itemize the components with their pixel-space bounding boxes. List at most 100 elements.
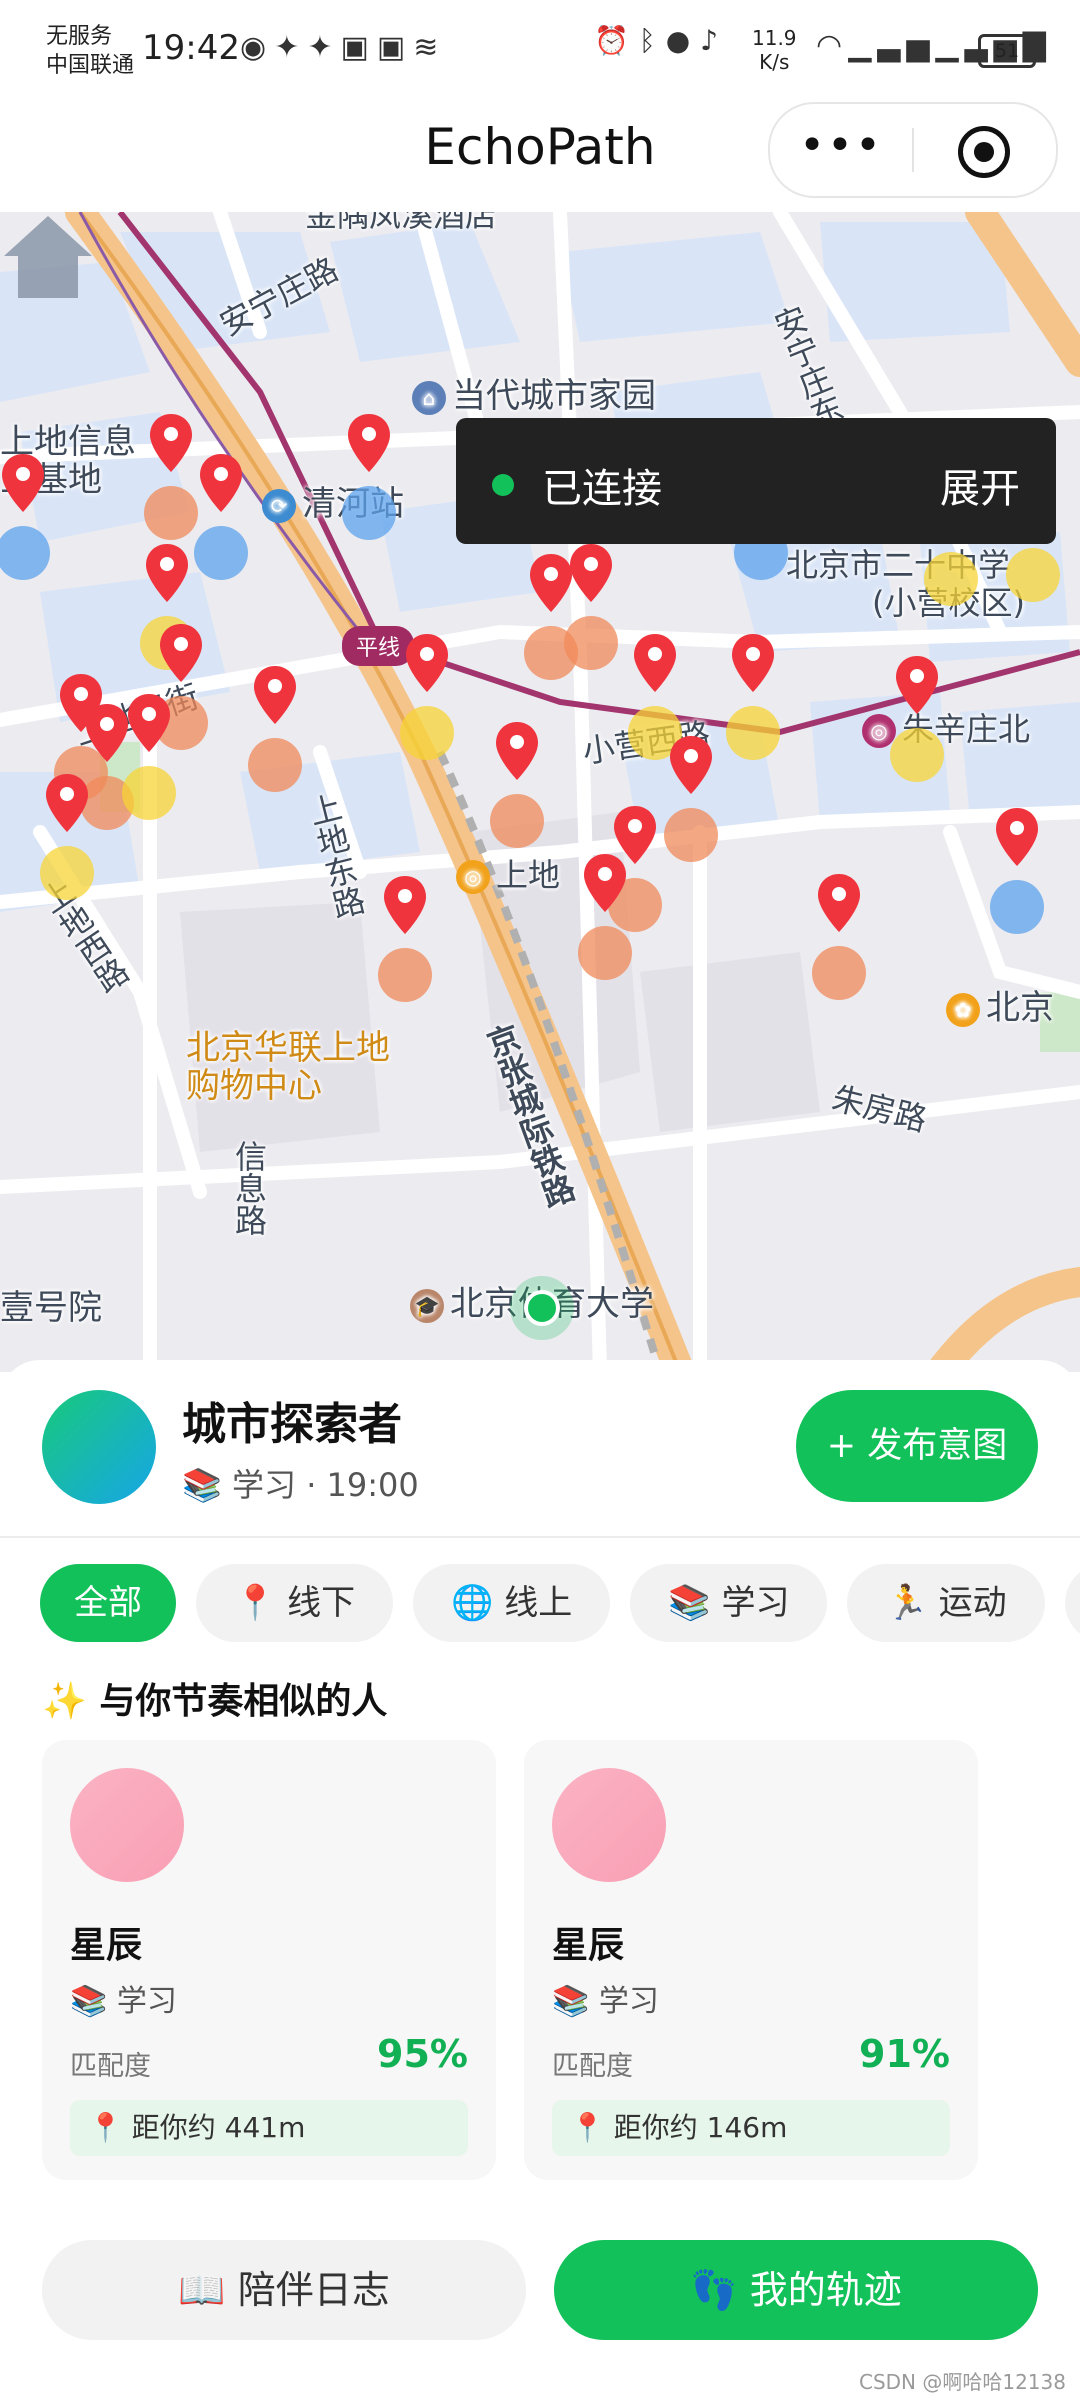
match-distance: 📍 距你约 441m: [70, 2100, 468, 2156]
capsule-divider: [912, 128, 914, 172]
app-icon: ✦: [274, 30, 308, 65]
carrier-info: 无服务 中国联通: [46, 22, 134, 80]
map-pin-icon: [406, 634, 448, 692]
companion-log-button[interactable]: 📖 陪伴日志: [42, 2240, 526, 2340]
match-category: 📚 学习: [70, 1984, 177, 2019]
marker-halo: [924, 552, 978, 606]
match-label: 匹配度: [552, 2051, 633, 2082]
notification-icons: ◉✦✦▣▣≋: [240, 30, 446, 65]
marker-halo: [890, 728, 944, 782]
marker-halo: [1006, 548, 1060, 602]
match-card[interactable]: 星辰 📚 学习 匹配度 95% 📍 距你约 441m: [42, 1740, 496, 2180]
map-pin-icon: [128, 694, 170, 752]
university-icon: 🎓: [410, 1288, 444, 1323]
map-pin-icon: [146, 544, 188, 602]
net-speed-value: 11.9: [752, 26, 797, 50]
map-pin-icon: [46, 774, 88, 832]
expand-button[interactable]: 展开: [940, 456, 1020, 514]
map-label-dangdai: ⌂ 当代城市家园: [412, 368, 656, 417]
marker-halo: [564, 616, 618, 670]
mute-icon: ♪: [700, 24, 728, 57]
publish-intent-button[interactable]: + 发布意图: [796, 1390, 1038, 1502]
tab-offline[interactable]: 📍 线下: [196, 1564, 394, 1642]
map-label-dangdai-text: 当代城市家园: [452, 376, 656, 416]
match-name: 星辰: [70, 1925, 143, 1966]
map-pin-icon: [150, 414, 192, 472]
map-label-yihao: 壹号院: [0, 1288, 102, 1328]
user-marker[interactable]: [338, 412, 418, 562]
nav-bar: EchoPath •••: [0, 100, 1080, 212]
map-pin-icon: [348, 414, 390, 472]
connection-status-bar[interactable]: 已连接 展开: [456, 418, 1056, 544]
app-icon: ✦: [307, 30, 341, 65]
tab-sport[interactable]: 🏃 运动: [847, 1564, 1045, 1642]
user-marker[interactable]: [986, 806, 1066, 956]
my-track-button[interactable]: 👣 我的轨迹: [554, 2240, 1038, 2340]
watermark: CSDN @啊哈哈12138: [858, 2370, 1066, 2394]
map-pin-icon: [160, 624, 202, 682]
app-icon: ▣: [340, 30, 377, 65]
tab-online[interactable]: 🌐 线上: [413, 1564, 611, 1642]
voice-icon: ≋: [413, 30, 447, 65]
map-pin-icon: [200, 454, 242, 512]
bus-stop-icon: ◎: [456, 860, 490, 894]
connection-status-text: 已连接: [542, 466, 662, 512]
tab-study[interactable]: 📚 学习: [630, 1564, 828, 1642]
profile-name: 城市探索者: [182, 1399, 402, 1450]
user-marker[interactable]: [808, 872, 888, 1022]
match-category: 📚 学习: [552, 1984, 659, 2019]
user-marker[interactable]: [36, 772, 116, 922]
map-pin-icon: [570, 544, 612, 602]
user-marker[interactable]: [886, 654, 966, 804]
match-score: 95%: [377, 2032, 468, 2076]
home-icon[interactable]: [0, 212, 96, 302]
hotspot-icon: ◠: [816, 28, 849, 63]
user-marker[interactable]: [486, 720, 566, 870]
map-pin-icon: [584, 854, 626, 912]
map-label-top-poi: 金隅凤溪酒店: [305, 212, 498, 234]
tab-all[interactable]: 全部: [40, 1564, 176, 1642]
system-icons: ⏰ᛒ●♪: [594, 24, 728, 57]
user-marker[interactable]: [244, 664, 324, 814]
match-score: 91%: [859, 2032, 950, 2076]
more-button[interactable]: •••: [770, 104, 912, 196]
status-bar: 无服务 中国联通 19:42 ◉✦✦▣▣≋ ⏰ᛒ●♪ 11.9 K/s ◠▁▃▅…: [0, 0, 1080, 100]
marker-halo: [990, 880, 1044, 934]
net-speed: 11.9 K/s: [752, 26, 797, 74]
avatar[interactable]: [42, 1390, 156, 1504]
user-marker[interactable]: [0, 452, 72, 602]
avatar: [70, 1768, 184, 1882]
marker-halo: [812, 946, 866, 1000]
user-marker[interactable]: [396, 632, 476, 782]
clock: 19:42: [142, 28, 240, 68]
marker-halo: [400, 706, 454, 760]
bluetooth-icon: ᛒ: [638, 24, 666, 57]
app-icon: ▣: [376, 30, 414, 65]
marker-halo: [490, 794, 544, 848]
map-pin-icon: [2, 454, 44, 512]
close-target-icon[interactable]: [958, 126, 1010, 178]
current-location-dot: [524, 1290, 560, 1326]
my-profile-bar: 城市探索者 📚 学习 · 19:00 + 发布意图: [0, 1360, 1080, 1538]
marker-halo: [0, 526, 50, 580]
tab-overflow[interactable]: [1064, 1564, 1080, 1642]
net-speed-unit: K/s: [759, 50, 790, 74]
map-pin-icon: [896, 656, 938, 714]
map-label-lianhua2: 购物中心: [186, 1066, 322, 1106]
alarm-icon: ⏰: [594, 24, 639, 57]
mini-program-capsule: •••: [768, 102, 1058, 198]
user-marker[interactable]: [574, 852, 654, 1002]
marker-halo: [578, 926, 632, 980]
signal-icon: ▁▃▅: [848, 28, 936, 63]
user-marker[interactable]: [374, 874, 454, 1024]
match-label: 匹配度: [70, 2051, 151, 2082]
map-view[interactable]: 金隅凤溪酒店 安宁庄路 ⌂当代城市家园 上地信息 业基地 ⟳清河站 安宁庄东路 …: [0, 212, 1080, 1372]
user-marker[interactable]: [118, 692, 198, 842]
match-distance: 📍 距你约 146m: [552, 2100, 950, 2156]
map-pin-icon: [996, 808, 1038, 866]
location-icon: ●: [665, 24, 701, 57]
carrier-name: 中国联通: [46, 53, 135, 78]
map-label-beijing-right-text: 北京: [986, 988, 1054, 1028]
map-pin-icon: [254, 666, 296, 724]
match-card[interactable]: 星辰 📚 学习 匹配度 91% 📍 距你约 146m: [524, 1740, 978, 2180]
